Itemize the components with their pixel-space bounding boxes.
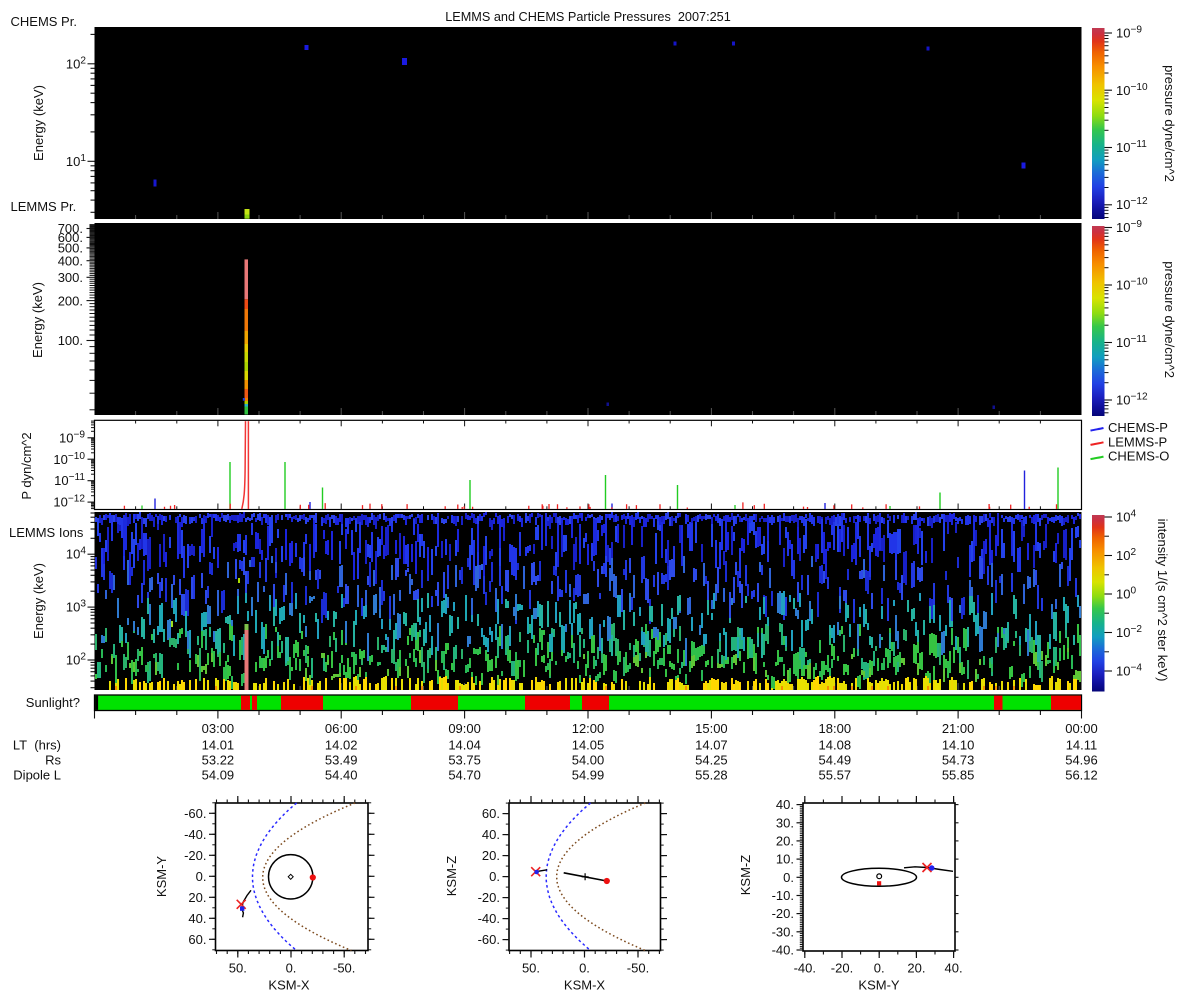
svg-text:LEMMS and CHEMS Particle Press: LEMMS and CHEMS Particle Pressures 2007:… bbox=[445, 10, 731, 24]
svg-text:14.04: 14.04 bbox=[448, 738, 481, 753]
svg-text:-50.: -50. bbox=[333, 961, 355, 976]
svg-text:300.: 300. bbox=[58, 270, 83, 285]
svg-text:LT (hrs): LT (hrs) bbox=[13, 738, 61, 753]
svg-text:0.: 0. bbox=[579, 961, 590, 976]
svg-text:Energy (keV): Energy (keV) bbox=[31, 563, 46, 639]
svg-text:55.57: 55.57 bbox=[819, 768, 852, 783]
svg-text:50.: 50. bbox=[522, 961, 540, 976]
svg-text:54.25: 54.25 bbox=[695, 753, 728, 768]
svg-text:53.75: 53.75 bbox=[448, 753, 481, 768]
svg-text:-60.: -60. bbox=[478, 932, 500, 947]
svg-text:0.: 0. bbox=[783, 870, 794, 885]
svg-text:-20.: -20. bbox=[478, 890, 500, 905]
svg-text:Sunlight?: Sunlight? bbox=[26, 695, 80, 710]
svg-text:LEMMS-P: LEMMS-P bbox=[1108, 434, 1167, 449]
svg-text:00:00: 00:00 bbox=[1065, 721, 1098, 736]
svg-text:40.: 40. bbox=[482, 827, 500, 842]
svg-text:54.70: 54.70 bbox=[448, 768, 481, 783]
svg-text:-20.: -20. bbox=[772, 906, 794, 921]
svg-text:40.: 40. bbox=[188, 911, 206, 926]
svg-text:200.: 200. bbox=[58, 293, 83, 308]
svg-text:10.: 10. bbox=[776, 852, 794, 867]
svg-text:14.07: 14.07 bbox=[695, 738, 728, 753]
svg-text:60.: 60. bbox=[482, 806, 500, 821]
svg-text:LEMMS Pr.: LEMMS Pr. bbox=[11, 199, 77, 214]
svg-text:-40.: -40. bbox=[184, 827, 206, 842]
svg-text:CHEMS-P: CHEMS-P bbox=[1108, 420, 1168, 435]
svg-text:55.85: 55.85 bbox=[942, 768, 975, 783]
svg-text:-60.: -60. bbox=[184, 806, 206, 821]
svg-text:KSM-Z: KSM-Z bbox=[738, 855, 753, 896]
svg-text:0.: 0. bbox=[489, 869, 500, 884]
svg-text:21:00: 21:00 bbox=[942, 721, 975, 736]
svg-text:53.22: 53.22 bbox=[202, 753, 235, 768]
svg-text:0.: 0. bbox=[286, 961, 297, 976]
svg-text:0.: 0. bbox=[196, 869, 207, 884]
svg-text:KSM-Y: KSM-Y bbox=[858, 978, 900, 993]
svg-text:pressure dyne/cm^2: pressure dyne/cm^2 bbox=[1162, 65, 1177, 182]
svg-text:54.40: 54.40 bbox=[325, 768, 358, 783]
svg-text:Energy (keV): Energy (keV) bbox=[30, 282, 45, 358]
svg-text:54.99: 54.99 bbox=[572, 768, 605, 783]
svg-text:14.11: 14.11 bbox=[1066, 738, 1098, 753]
svg-text:50.: 50. bbox=[229, 961, 247, 976]
svg-text:20.: 20. bbox=[776, 833, 794, 848]
svg-text:20.: 20. bbox=[188, 890, 206, 905]
svg-text:-30.: -30. bbox=[772, 924, 794, 939]
svg-text:54.00: 54.00 bbox=[572, 753, 605, 768]
svg-text:14.02: 14.02 bbox=[325, 738, 358, 753]
svg-text:KSM-Z: KSM-Z bbox=[444, 856, 459, 897]
svg-text:20.: 20. bbox=[907, 961, 925, 976]
svg-text:pressure dyne/cm^2: pressure dyne/cm^2 bbox=[1162, 261, 1177, 378]
svg-text:14.01: 14.01 bbox=[202, 738, 235, 753]
svg-text:LEMMS Ions: LEMMS Ions bbox=[9, 525, 84, 540]
svg-text:CHEMS Pr.: CHEMS Pr. bbox=[11, 14, 77, 29]
svg-text:-20.: -20. bbox=[184, 848, 206, 863]
svg-text:Rs: Rs bbox=[45, 753, 61, 768]
svg-text:09:00: 09:00 bbox=[448, 721, 481, 736]
svg-text:KSM-X: KSM-X bbox=[564, 978, 606, 993]
svg-text:54.96: 54.96 bbox=[1065, 753, 1098, 768]
svg-text:06:00: 06:00 bbox=[325, 721, 358, 736]
svg-text:KSM-X: KSM-X bbox=[268, 978, 310, 993]
svg-text:56.12: 56.12 bbox=[1065, 768, 1098, 783]
svg-text:18:00: 18:00 bbox=[819, 721, 852, 736]
svg-text:-20.: -20. bbox=[831, 961, 853, 976]
svg-text:400.: 400. bbox=[58, 253, 83, 268]
svg-text:03:00: 03:00 bbox=[202, 721, 235, 736]
svg-text:P dyn/cm^2: P dyn/cm^2 bbox=[19, 432, 34, 499]
svg-text:54.49: 54.49 bbox=[819, 753, 852, 768]
svg-text:40.: 40. bbox=[776, 797, 794, 812]
svg-text:15:00: 15:00 bbox=[695, 721, 728, 736]
svg-text:60.: 60. bbox=[188, 932, 206, 947]
svg-text:14.05: 14.05 bbox=[572, 738, 605, 753]
svg-text:54.09: 54.09 bbox=[202, 768, 235, 783]
svg-text:CHEMS-O: CHEMS-O bbox=[1108, 449, 1169, 464]
svg-text:55.28: 55.28 bbox=[695, 768, 728, 783]
svg-text:-10.: -10. bbox=[772, 888, 794, 903]
svg-text:-40.: -40. bbox=[772, 943, 794, 958]
svg-text:100.: 100. bbox=[58, 333, 83, 348]
svg-text:-40.: -40. bbox=[478, 911, 500, 926]
svg-text:40.: 40. bbox=[945, 961, 963, 976]
svg-text:intensity 1/(s cm^2 ster keV): intensity 1/(s cm^2 ster keV) bbox=[1155, 519, 1170, 682]
svg-text:-50.: -50. bbox=[627, 961, 649, 976]
svg-text:Energy (keV): Energy (keV) bbox=[31, 85, 46, 161]
svg-text:Dipole L: Dipole L bbox=[13, 768, 61, 783]
svg-text:-40.: -40. bbox=[794, 961, 816, 976]
svg-text:14.10: 14.10 bbox=[942, 738, 975, 753]
svg-text:KSM-Y: KSM-Y bbox=[154, 856, 169, 898]
svg-text:0.: 0. bbox=[874, 961, 885, 976]
svg-text:30.: 30. bbox=[776, 815, 794, 830]
svg-text:12:00: 12:00 bbox=[572, 721, 605, 736]
svg-text:53.49: 53.49 bbox=[325, 753, 358, 768]
svg-text:54.73: 54.73 bbox=[942, 753, 975, 768]
svg-text:14.08: 14.08 bbox=[819, 738, 852, 753]
svg-text:20.: 20. bbox=[482, 848, 500, 863]
